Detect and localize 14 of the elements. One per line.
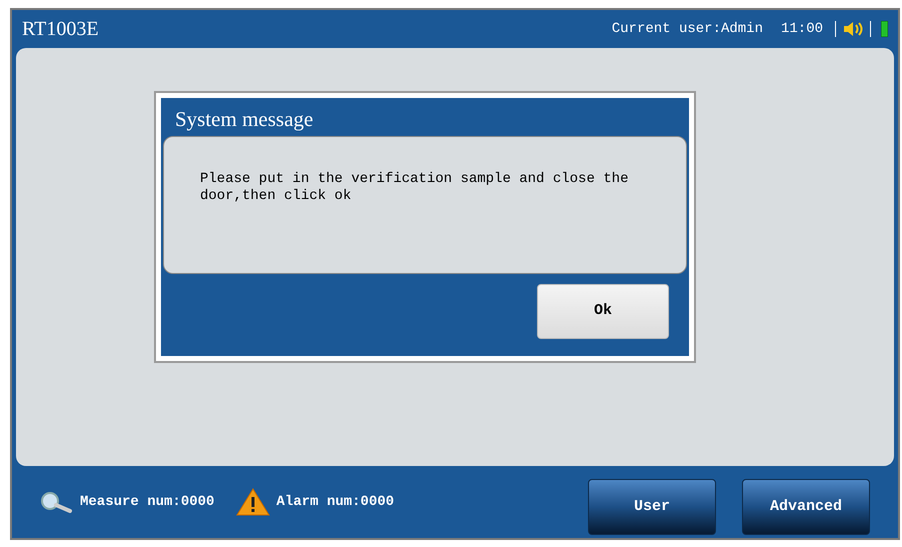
magnifier-icon xyxy=(40,491,74,513)
dialog-title: System message xyxy=(174,106,314,133)
footer-button[interactable]: User xyxy=(588,479,716,535)
alarm-count: Alarm num:0000 xyxy=(276,492,394,512)
speaker-icon[interactable] xyxy=(842,20,864,38)
clock-time: 11:00 xyxy=(780,20,823,38)
ok-button[interactable]: Ok xyxy=(537,284,669,339)
measure-count: Measure num:0000 xyxy=(80,492,214,512)
footer-button[interactable]: Advanced xyxy=(742,479,870,535)
app-title: RT1003E xyxy=(22,17,99,42)
current-user: Current user:Admin xyxy=(612,20,763,38)
dialog-message: Please put in the verification sample and close the door,then click ok xyxy=(200,171,630,205)
warning-icon xyxy=(236,488,270,516)
battery-icon xyxy=(881,21,888,37)
